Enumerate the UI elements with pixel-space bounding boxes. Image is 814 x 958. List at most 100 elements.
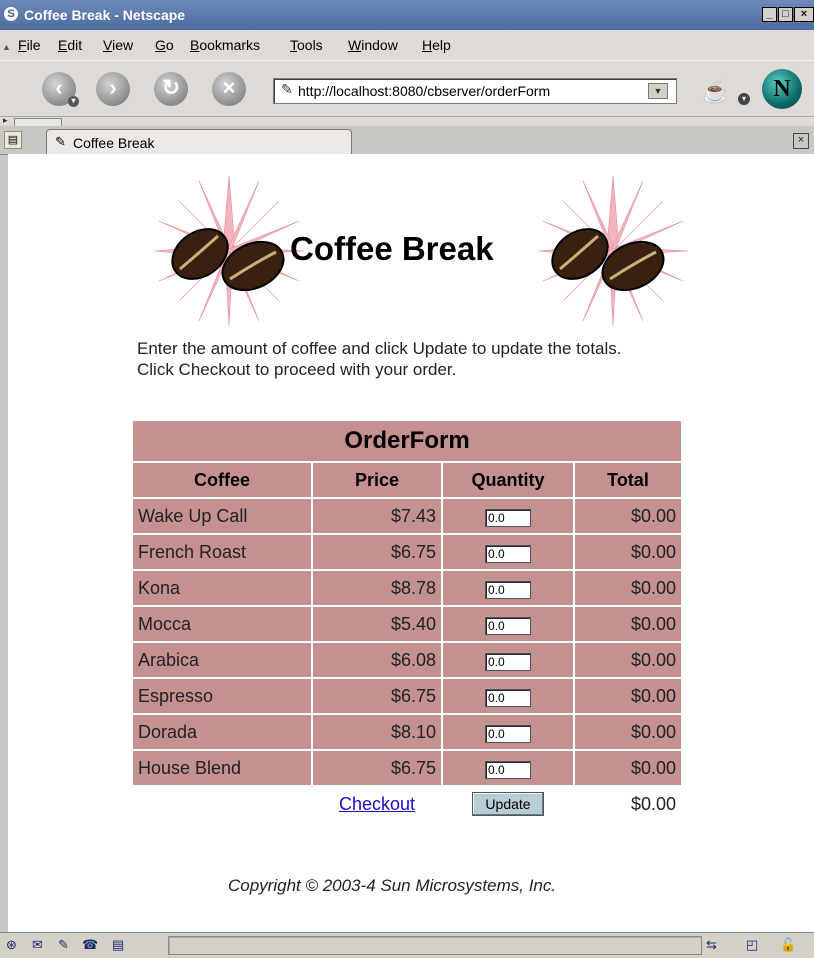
table-row: Arabica $6.08 $0.00 (133, 643, 681, 677)
table-row: Espresso $6.75 $0.00 (133, 679, 681, 713)
stop-button[interactable]: × (212, 72, 246, 106)
checkout-link[interactable]: Checkout (339, 794, 415, 814)
menu-edit[interactable]: Edit (58, 37, 82, 53)
copyright-text: Copyright © 2003-4 Sun Microsystems, Inc… (228, 876, 557, 895)
tab-page-icon: ✎ (55, 134, 66, 149)
toolbar-collapse-icon[interactable]: ▸ (3, 115, 8, 126)
coffee-name: Arabica (133, 643, 311, 677)
grand-total: $0.00 (575, 787, 681, 821)
quantity-input[interactable] (485, 760, 531, 779)
menu-window[interactable]: Window (348, 37, 398, 53)
update-button[interactable]: Update (472, 792, 544, 816)
quantity-cell (443, 499, 573, 533)
page-heading: Coffee Break (290, 230, 494, 267)
coffee-name: French Roast (133, 535, 311, 569)
order-form-caption: OrderForm (133, 421, 681, 461)
quantity-input[interactable] (485, 688, 531, 707)
coffee-name: Kona (133, 571, 311, 605)
total-cell: $0.00 (575, 679, 681, 713)
coffee-name: House Blend (133, 751, 311, 785)
total-cell: $0.00 (575, 715, 681, 749)
coffee-name: Mocca (133, 607, 311, 641)
toolbar-grip-icon[interactable]: ▲ (2, 42, 11, 52)
window-title: Coffee Break - Netscape (24, 7, 186, 23)
table-row: Wake Up Call $7.43 $0.00 (133, 499, 681, 533)
search-dropdown-icon[interactable]: ▾ (738, 93, 750, 105)
price-cell: $6.75 (313, 751, 441, 785)
column-header-coffee: Coffee (133, 463, 311, 497)
quantity-input[interactable] (485, 616, 531, 635)
composer-icon[interactable]: ✎ (58, 937, 69, 953)
menu-file[interactable]: File (18, 37, 41, 53)
close-window-button[interactable]: × (794, 7, 814, 22)
total-cell: $0.00 (575, 751, 681, 785)
navigator-icon[interactable]: ⊛ (6, 937, 17, 953)
menu-tools[interactable]: Tools (290, 37, 323, 53)
menu-bar: ▲ File Edit View Go Bookmarks Tools Wind… (0, 30, 814, 60)
quantity-input[interactable] (485, 544, 531, 563)
minimize-button[interactable]: _ (762, 7, 777, 22)
coffee-bean-left-icon (171, 228, 285, 292)
price-cell: $7.43 (313, 499, 441, 533)
maximize-button[interactable]: □ (778, 7, 793, 22)
menu-go[interactable]: Go (155, 37, 174, 53)
table-row: French Roast $6.75 $0.00 (133, 535, 681, 569)
address-book-icon[interactable]: ▤ (112, 937, 124, 953)
table-row: Kona $8.78 $0.00 (133, 571, 681, 605)
url-dropdown-button[interactable]: ▼ (648, 83, 668, 99)
quantity-cell (443, 571, 573, 605)
total-cell: $0.00 (575, 499, 681, 533)
popup-icon[interactable]: ◰ (746, 937, 758, 953)
table-row: Mocca $5.40 $0.00 (133, 607, 681, 641)
quantity-cell (443, 607, 573, 641)
quantity-input[interactable] (485, 724, 531, 743)
table-footer-row: Checkout Update $0.00 (133, 787, 681, 821)
price-cell: $8.78 (313, 571, 441, 605)
intro-line-1: Enter the amount of coffee and click Upd… (137, 339, 622, 358)
menu-bookmarks[interactable]: Bookmarks (190, 37, 260, 53)
menu-view[interactable]: View (103, 37, 133, 53)
price-cell: $8.10 (313, 715, 441, 749)
price-cell: $6.08 (313, 643, 441, 677)
url-field[interactable]: ✎ http://localhost:8080/cbserver/orderFo… (273, 78, 677, 104)
chat-icon[interactable]: ☎ (82, 937, 98, 953)
tab-coffee-break[interactable]: ✎ Coffee Break (46, 129, 352, 154)
netscape-throbber-logo[interactable]: N (762, 69, 802, 109)
back-button[interactable]: ‹ ▾ (42, 72, 79, 107)
order-form-table: OrderForm Coffee Price Quantity Total Wa… (131, 419, 683, 823)
coffee-bean-right-icon (551, 228, 665, 292)
navigation-toolbar: ‹ ▾ › ↻ × ✎ http://localhost:8080/cbserve… (0, 60, 814, 117)
quantity-cell (443, 679, 573, 713)
menu-help[interactable]: Help (422, 37, 451, 53)
quantity-input[interactable] (485, 652, 531, 671)
back-dropdown-icon[interactable]: ▾ (68, 96, 79, 107)
table-row: Dorada $8.10 $0.00 (133, 715, 681, 749)
online-status-icon[interactable]: ⇆ (706, 937, 717, 953)
quantity-cell (443, 715, 573, 749)
column-header-quantity: Quantity (443, 463, 573, 497)
status-text-field (168, 936, 702, 955)
netscape-logo-icon: S (4, 7, 18, 21)
price-cell: $6.75 (313, 535, 441, 569)
quantity-input[interactable] (485, 508, 531, 527)
price-cell: $6.75 (313, 679, 441, 713)
total-cell: $0.00 (575, 535, 681, 569)
quantity-input[interactable] (485, 580, 531, 599)
search-icon[interactable]: ☕ (702, 79, 729, 105)
coffee-name: Dorada (133, 715, 311, 749)
intro-line-2: Click Checkout to proceed with your orde… (137, 360, 457, 379)
page-proxy-icon: ✎ (281, 81, 293, 97)
page-content: Coffee Break Enter the amount of coffee … (8, 154, 814, 932)
table-row: House Blend $6.75 $0.00 (133, 751, 681, 785)
price-cell: $5.40 (313, 607, 441, 641)
intro-text: Enter the amount of coffee and click Upd… (137, 338, 622, 380)
url-text[interactable]: http://localhost:8080/cbserver/orderForm (298, 83, 550, 99)
coffee-name: Espresso (133, 679, 311, 713)
new-tab-icon[interactable]: ▤ (4, 131, 22, 149)
forward-button[interactable]: › (96, 72, 130, 106)
security-lock-icon[interactable]: 🔓 (780, 937, 796, 953)
tab-label: Coffee Break (73, 135, 155, 151)
reload-button[interactable]: ↻ (154, 72, 188, 106)
mail-icon[interactable]: ✉ (32, 937, 43, 953)
close-tab-icon[interactable]: × (793, 133, 809, 149)
